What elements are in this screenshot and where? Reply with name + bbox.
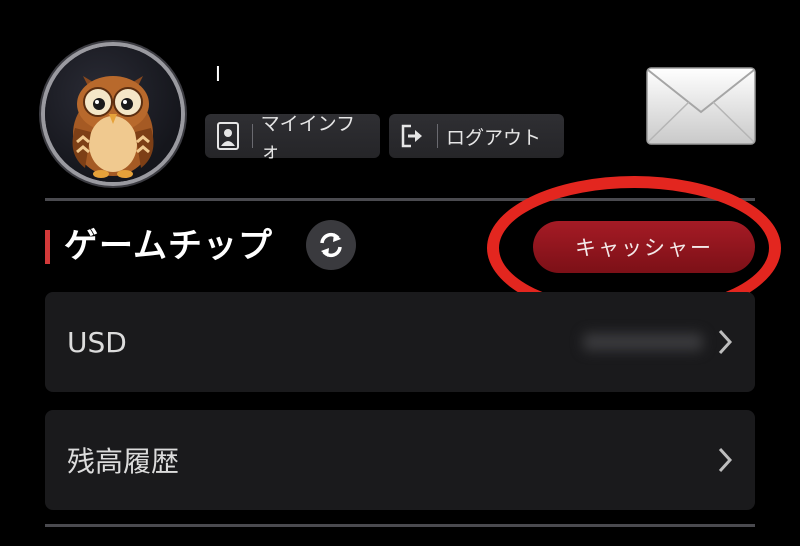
section-accent-bar (45, 230, 50, 264)
my-info-label: マイインフォ (260, 113, 356, 162)
button-separator (437, 124, 438, 148)
chevron-right-icon (718, 329, 733, 355)
logout-label: ログアウト (446, 126, 542, 149)
user-card-icon (217, 122, 240, 150)
avatar[interactable] (45, 46, 181, 182)
mail-button[interactable] (645, 66, 757, 146)
list-item-label: 残高履歴 (67, 445, 180, 478)
button-separator (251, 124, 253, 148)
chevron-right-icon (718, 447, 733, 473)
blurred-balance (583, 333, 703, 351)
cashier-button[interactable]: キャッシャー (533, 221, 755, 273)
envelope-icon (646, 67, 756, 145)
section-title: ゲームチップ (64, 226, 273, 266)
list-item-usd[interactable]: USD (45, 292, 755, 392)
bottom-divider (45, 524, 755, 527)
list-item-balance-history[interactable]: 残高履歴 (45, 410, 755, 510)
refresh-button[interactable] (306, 220, 356, 270)
logout-button[interactable]: ログアウト (389, 114, 564, 158)
owl-avatar-icon (72, 76, 154, 178)
top-divider (45, 198, 755, 201)
username: I (215, 62, 221, 86)
refresh-icon (320, 232, 342, 258)
list-item-label: USD (67, 325, 127, 359)
my-info-button[interactable]: マイインフォ (205, 113, 380, 162)
sign-out-icon (401, 122, 425, 150)
